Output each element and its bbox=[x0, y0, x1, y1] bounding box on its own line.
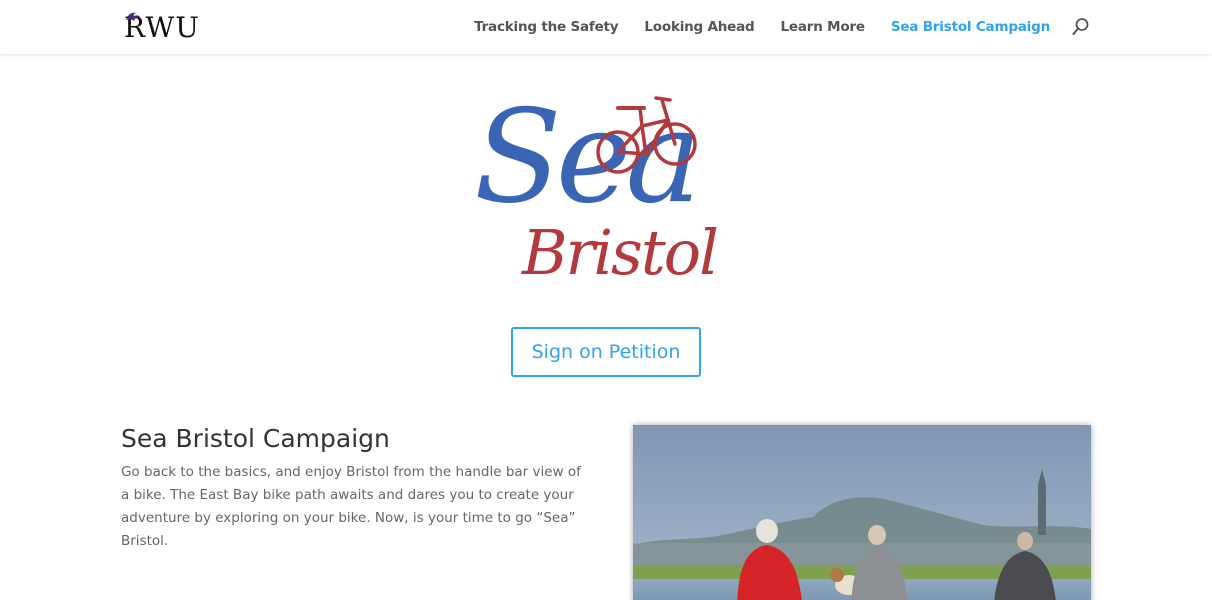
nav-learn-more[interactable]: Learn More bbox=[781, 19, 866, 35]
section-body: Go back to the basics, and enjoy Bristol… bbox=[121, 464, 581, 549]
nav-looking-ahead[interactable]: Looking Ahead bbox=[644, 19, 754, 35]
nav-tracking-the-safety[interactable]: Tracking the Safety bbox=[474, 19, 619, 35]
site-header: RWU Tracking the Safety Looking Ahead Le… bbox=[0, 0, 1212, 54]
search-icon[interactable] bbox=[1072, 17, 1090, 37]
hawk-icon bbox=[126, 12, 140, 21]
main-nav: Tracking the Safety Looking Ahead Learn … bbox=[448, 16, 1090, 38]
logo-word-bristol: Bristol bbox=[521, 216, 717, 286]
cyclists-photo bbox=[633, 425, 1091, 600]
rwu-logo[interactable]: RWU bbox=[124, 12, 200, 44]
section-title: Sea Bristol Campaign bbox=[121, 424, 390, 453]
nav-sea-bristol-campaign[interactable]: Sea Bristol Campaign bbox=[891, 19, 1050, 35]
sea-bristol-logo: Sea Bristol bbox=[474, 83, 719, 286]
sign-petition-button[interactable]: Sign on Petition bbox=[511, 327, 701, 377]
